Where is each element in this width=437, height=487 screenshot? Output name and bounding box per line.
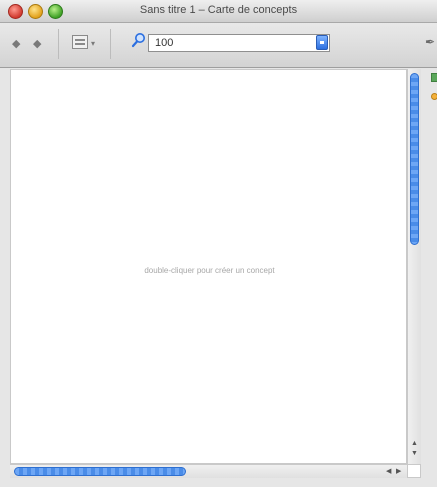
- vertical-scroll-thumb[interactable]: [410, 73, 419, 245]
- chevron-down-icon[interactable]: ▾: [91, 37, 95, 51]
- scroll-right-arrow-icon[interactable]: ▶: [396, 467, 401, 475]
- back-arrow-icon[interactable]: ◆: [12, 37, 20, 51]
- layout-menu-icon[interactable]: [72, 35, 88, 49]
- scroll-left-arrow-icon[interactable]: ◀: [386, 467, 391, 475]
- title-bar: Sans titre 1 – Carte de concepts: [0, 0, 437, 23]
- toolbar-separator: [110, 29, 111, 59]
- toolbar: ◆ ◆ ▾ 100 ✒: [0, 23, 437, 68]
- toolbar-overflow-icon[interactable]: ✒: [425, 35, 435, 49]
- scroll-corner: [407, 464, 421, 478]
- zoom-value: 100: [155, 37, 174, 49]
- window-title: Sans titre 1 – Carte de concepts: [139, 4, 298, 16]
- scroll-down-arrow-icon[interactable]: ▼: [411, 450, 418, 457]
- forward-arrow-icon[interactable]: ◆: [33, 37, 41, 51]
- toolbar-separator: [58, 29, 59, 59]
- side-panel-edge: [425, 69, 437, 478]
- orange-dot-icon[interactable]: [431, 93, 437, 100]
- scroll-up-arrow-icon[interactable]: ▲: [411, 440, 418, 447]
- vertical-scrollbar[interactable]: ▲ ▼: [407, 69, 421, 464]
- horizontal-scroll-thumb[interactable]: [14, 467, 186, 476]
- concept-map-window: Sans titre 1 – Carte de concepts ◆ ◆ ▾ 1…: [0, 0, 437, 487]
- green-square-icon[interactable]: [431, 73, 437, 82]
- magnifier-icon[interactable]: [131, 32, 147, 48]
- zoom-dropdown-button[interactable]: [316, 35, 328, 50]
- empty-canvas-hint: double-cliquer pour créer un concept: [144, 266, 275, 275]
- zoom-input[interactable]: 100: [148, 34, 330, 52]
- horizontal-scrollbar[interactable]: ◀ ▶: [10, 464, 407, 478]
- concept-map-canvas[interactable]: double-cliquer pour créer un concept: [10, 69, 407, 464]
